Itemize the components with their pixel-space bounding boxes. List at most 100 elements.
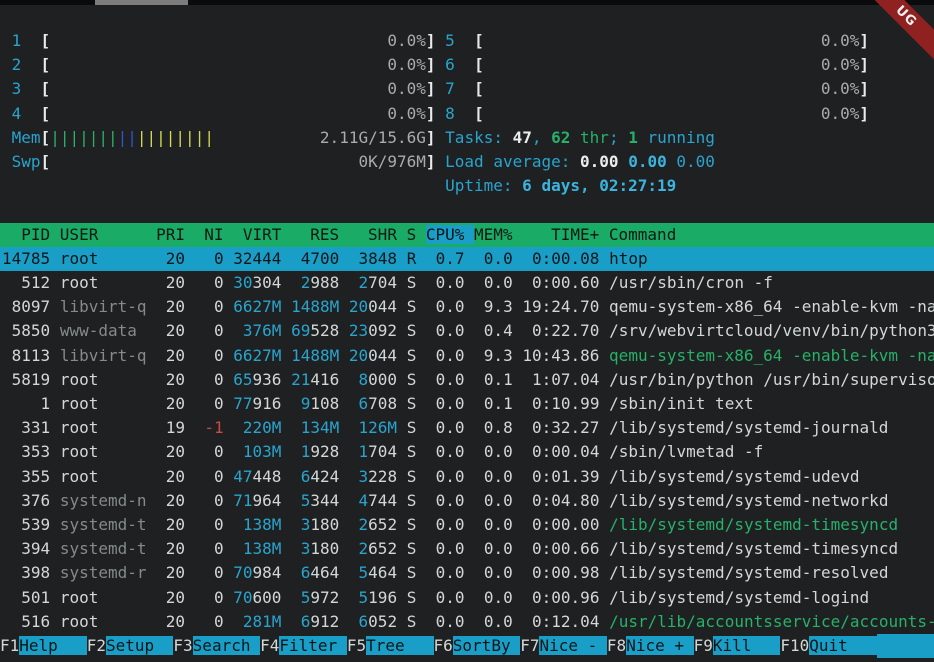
cell-user: root: [60, 612, 147, 631]
column-header-ni[interactable]: NI: [195, 225, 234, 244]
fn-f2-setup[interactable]: F2Setup: [87, 634, 174, 658]
process-row-14785[interactable]: 14785 root 20 0 32444 4700 3848 R 0.7 0.…: [0, 247, 934, 271]
fn-f10-quit[interactable]: F10Quit: [780, 634, 876, 658]
cpu-meter-label-6: 6: [445, 55, 474, 74]
cpu-meters-row-1: 1 [ 0.0%] 5 [ 0.0%]: [0, 29, 934, 53]
fn-f1-help[interactable]: F1Help: [0, 634, 87, 658]
cell-pri: 20: [156, 249, 185, 268]
cell-cpu: 0.0: [426, 346, 465, 365]
process-row-5850[interactable]: 5850 www-data 20 0 376M 69528 23092 S 0.…: [0, 319, 934, 343]
process-row-394[interactable]: 394 systemd-t 20 0 138M 3180 2652 S 0.0 …: [0, 537, 934, 561]
cell-cmd: /usr/bin/python /usr/bin/superviso: [609, 370, 934, 389]
column-header-cmd[interactable]: Command: [609, 225, 676, 244]
cell-time: 19:24.70: [522, 297, 599, 316]
column-header-virt[interactable]: VIRT: [233, 225, 291, 244]
cell-cpu: 0.0: [426, 588, 465, 607]
cell-ni: 0: [195, 467, 224, 486]
fn-f6-sortby[interactable]: F6SortBy: [434, 634, 521, 658]
cell-shr: 1704: [349, 442, 397, 461]
column-header-shr[interactable]: SHR: [349, 225, 407, 244]
cell-pri: 20: [156, 515, 185, 534]
process-row-501[interactable]: 501 root 20 0 70600 5972 5196 S 0.0 0.0 …: [0, 586, 934, 610]
cell-user: libvirt-q: [60, 297, 147, 316]
cell-time: 0:32.27: [522, 418, 599, 437]
cell-cmd: /lib/systemd/systemd-logind: [609, 588, 869, 607]
cell-ni: -1: [195, 418, 224, 437]
cell-mem: 0.0: [474, 612, 513, 631]
cell-virt: 281M: [233, 612, 281, 631]
fn-key-label: F7: [520, 636, 539, 655]
process-row-1[interactable]: 1 root 20 0 77916 9108 6708 S 0.0 0.1 0:…: [0, 392, 934, 416]
column-header-res[interactable]: RES: [291, 225, 349, 244]
cell-pid: 5850: [2, 321, 50, 340]
cell-cpu: 0.0: [426, 539, 465, 558]
cpu-meter-label-3: 3: [12, 79, 41, 98]
cell-pid: 516: [2, 612, 50, 631]
cell-pri: 20: [156, 346, 185, 365]
cpu-meter-label-7: 7: [445, 79, 474, 98]
fn-key-label: F1: [0, 636, 19, 655]
meter-close-bracket: ]: [426, 152, 436, 171]
cell-cpu: 0.0: [426, 563, 465, 582]
cell-virt: 70600: [233, 588, 281, 607]
cell-res: 1488M: [291, 346, 339, 365]
cell-mem: 0.0: [474, 442, 513, 461]
process-row-5819[interactable]: 5819 root 20 0 65936 21416 8000 S 0.0 0.…: [0, 368, 934, 392]
cell-res: 1488M: [291, 297, 339, 316]
process-row-8097[interactable]: 8097 libvirt-q 20 0 6627M 1488M 20044 S …: [0, 295, 934, 319]
cell-time: 0:00.60: [522, 273, 599, 292]
fn-f8-nice-[interactable]: F8Nice +: [607, 634, 694, 658]
fn-action-label: Search: [193, 636, 260, 655]
cell-virt: 77916: [233, 394, 281, 413]
column-header-time[interactable]: TIME+: [522, 225, 609, 244]
meter-open-bracket: [: [41, 104, 51, 123]
cell-pri: 20: [156, 394, 185, 413]
cell-virt: 6627M: [233, 346, 281, 365]
process-row-376[interactable]: 376 systemd-n 20 0 71964 5344 4744 S 0.0…: [0, 489, 934, 513]
window-top-strip-tab[interactable]: [95, 0, 188, 5]
cell-shr: 20044: [349, 346, 397, 365]
fn-f4-filter[interactable]: F4Filter: [260, 634, 347, 658]
column-header-cpu[interactable]: CPU%: [426, 225, 474, 244]
cell-pri: 20: [156, 467, 185, 486]
cell-mem: 0.0: [474, 467, 513, 486]
cell-pri: 20: [156, 321, 185, 340]
meter-close-bracket: ]: [859, 104, 869, 123]
process-row-353[interactable]: 353 root 20 0 103M 1928 1704 S 0.0 0.0 0…: [0, 440, 934, 464]
process-row-8113[interactable]: 8113 libvirt-q 20 0 6627M 1488M 20044 S …: [0, 344, 934, 368]
cell-s: S: [407, 588, 417, 607]
cell-mem: 0.0: [474, 588, 513, 607]
fn-key-label: F9: [694, 636, 713, 655]
column-header-mem[interactable]: MEM%: [474, 225, 522, 244]
fn-key-label: F6: [434, 636, 453, 655]
cell-s: S: [407, 346, 417, 365]
fn-f3-search[interactable]: F3Search: [173, 634, 260, 658]
cell-time: 10:43.86: [522, 346, 599, 365]
cell-s: S: [407, 612, 417, 631]
process-row-512[interactable]: 512 root 20 0 30304 2988 2704 S 0.0 0.0 …: [0, 271, 934, 295]
meter-open-bracket: [: [41, 79, 51, 98]
cell-shr: 2652: [349, 539, 397, 558]
fn-f9-kill[interactable]: F9Kill: [694, 634, 781, 658]
uptime: Uptime: 6 days, 02:27:19: [445, 176, 676, 195]
process-row-539[interactable]: 539 systemd-t 20 0 138M 3180 2652 S 0.0 …: [0, 513, 934, 537]
cell-pri: 20: [156, 297, 185, 316]
column-header-pid[interactable]: PID: [2, 225, 60, 244]
fn-f5-tree[interactable]: F5Tree: [347, 634, 434, 658]
process-row-331[interactable]: 331 root 19 -1 220M 134M 126M S 0.0 0.8 …: [0, 416, 934, 440]
cell-user: root: [60, 467, 147, 486]
column-header-user[interactable]: USER: [60, 225, 156, 244]
cell-ni: 0: [195, 249, 224, 268]
cell-cmd: /sbin/lvmetad -f: [609, 442, 763, 461]
process-row-516[interactable]: 516 root 20 0 281M 6912 6052 S 0.0 0.0 0…: [0, 610, 934, 634]
column-header-s[interactable]: S: [407, 225, 426, 244]
cell-res: 6912: [291, 612, 339, 631]
cell-ni: 0: [195, 442, 224, 461]
cell-s: S: [407, 539, 417, 558]
process-row-398[interactable]: 398 systemd-r 20 0 70984 6464 5464 S 0.0…: [0, 561, 934, 585]
meter-close-bracket: ]: [859, 79, 869, 98]
fn-f7-nice-[interactable]: F7Nice -: [520, 634, 607, 658]
column-header-pri[interactable]: PRI: [156, 225, 195, 244]
cell-cmd: htop: [609, 249, 648, 268]
process-row-355[interactable]: 355 root 20 0 47448 6424 3228 S 0.0 0.0 …: [0, 465, 934, 489]
